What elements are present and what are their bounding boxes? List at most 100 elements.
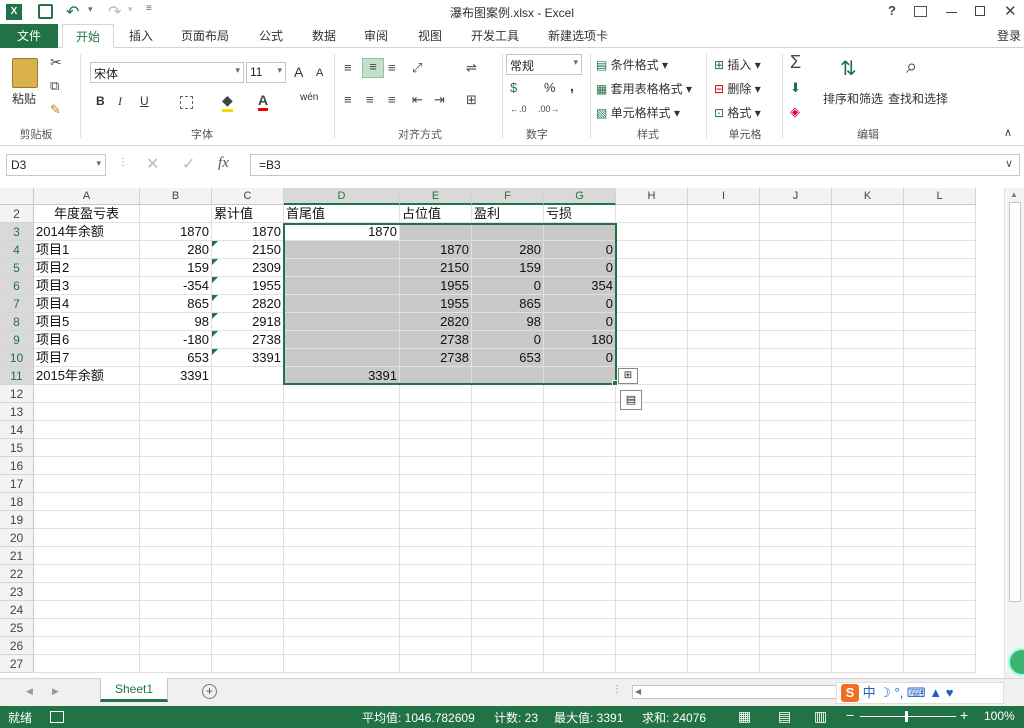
row-header-15[interactable]: 15 [0,439,34,457]
column-header-a[interactable]: A [34,188,140,205]
cell-a21[interactable] [34,547,140,565]
orientation-icon[interactable]: ⤢ [412,60,422,76]
row-header-18[interactable]: 18 [0,493,34,511]
next-sheet-icon[interactable]: ▶ [52,686,59,697]
row-header-12[interactable]: 12 [0,385,34,403]
cell-e17[interactable] [400,475,472,493]
tab-formulas[interactable]: 公式 [248,24,294,48]
cell-c3[interactable]: 1870 [212,223,284,241]
error-indicator-icon[interactable] [212,313,218,319]
cell-d3[interactable]: 1870 [284,223,400,241]
cell-f13[interactable] [472,403,544,421]
cell-a20[interactable] [34,529,140,547]
paste-button[interactable]: 粘贴 [12,90,36,107]
align-right-icon[interactable]: ≡ [388,92,396,107]
cell-f14[interactable] [472,421,544,439]
cell-e23[interactable] [400,583,472,601]
cell-l7[interactable] [904,295,976,313]
cell-j25[interactable] [760,619,832,637]
login-link[interactable]: 登录 [994,24,1024,48]
quick-analysis-icon[interactable]: ⊞ [618,368,638,384]
cell-j3[interactable] [760,223,832,241]
cell-h23[interactable] [616,583,688,601]
cell-i23[interactable] [688,583,760,601]
cell-d14[interactable] [284,421,400,439]
cell-h24[interactable] [616,601,688,619]
cell-a8[interactable]: 项目5 [34,313,140,331]
cell-f18[interactable] [472,493,544,511]
cell-d23[interactable] [284,583,400,601]
cell-a26[interactable] [34,637,140,655]
row-header-27[interactable]: 27 [0,655,34,673]
row-header-9[interactable]: 9 [0,331,34,349]
cell-b18[interactable] [140,493,212,511]
restore-icon[interactable] [975,6,985,16]
cell-j22[interactable] [760,565,832,583]
grow-font-button[interactable]: A [294,64,303,80]
cell-g15[interactable] [544,439,616,457]
prev-sheet-icon[interactable]: ◀ [26,686,33,697]
select-all-corner[interactable] [0,188,34,205]
cell-j13[interactable] [760,403,832,421]
sort-filter-button[interactable]: 排序和筛选 [823,90,883,107]
cell-a3[interactable]: 2014年余额 [34,223,140,241]
row-header-7[interactable]: 7 [0,295,34,313]
cell-k12[interactable] [832,385,904,403]
tab-view[interactable]: 视图 [408,24,452,48]
cell-d25[interactable] [284,619,400,637]
find-select-icon[interactable]: ⌕ [906,56,917,79]
cell-j26[interactable] [760,637,832,655]
currency-icon[interactable]: $ [510,80,517,95]
cell-g14[interactable] [544,421,616,439]
cell-j9[interactable] [760,331,832,349]
zoom-slider-thumb[interactable] [905,711,908,722]
cell-d20[interactable] [284,529,400,547]
cell-a5[interactable]: 项目2 [34,259,140,277]
cell-g3[interactable] [544,223,616,241]
cell-e15[interactable] [400,439,472,457]
cell-b27[interactable] [140,655,212,673]
decrease-indent-icon[interactable]: ⇤ [412,92,423,108]
sort-filter-icon[interactable]: ⇅ [840,56,857,81]
cell-b2[interactable] [140,205,212,223]
font-name-box[interactable]: 宋体 ▾ [90,62,244,83]
cell-b17[interactable] [140,475,212,493]
phonetic-button[interactable]: wén [300,92,318,103]
cell-l16[interactable] [904,457,976,475]
column-header-h[interactable]: H [616,188,688,205]
row-header-16[interactable]: 16 [0,457,34,475]
cell-c6[interactable]: 1955 [212,277,284,295]
row-header-5[interactable]: 5 [0,259,34,277]
format-painter-icon[interactable]: ✎ [50,102,61,118]
insert-cells-button[interactable]: ⊞ 插入 ▾ [714,56,761,73]
cell-k3[interactable] [832,223,904,241]
format-cells-button[interactable]: ⊡ 格式 ▾ [714,104,761,121]
cell-i6[interactable] [688,277,760,295]
cut-icon[interactable]: ✂ [50,54,62,71]
cell-i18[interactable] [688,493,760,511]
align-center-icon[interactable]: ≡ [366,92,374,107]
tab-home[interactable]: 开始 [62,24,114,48]
row-header-26[interactable]: 26 [0,637,34,655]
sheet-tab-sheet1[interactable]: Sheet1 [100,678,168,702]
column-header-d[interactable]: D [284,188,400,205]
cell-a18[interactable] [34,493,140,511]
cell-b20[interactable] [140,529,212,547]
number-format-dropdown-icon[interactable]: ▾ [573,57,578,68]
close-icon[interactable]: ✕ [1004,2,1017,20]
cell-c19[interactable] [212,511,284,529]
cell-c26[interactable] [212,637,284,655]
cell-h8[interactable] [616,313,688,331]
cell-b12[interactable] [140,385,212,403]
cell-d22[interactable] [284,565,400,583]
cell-j7[interactable] [760,295,832,313]
cell-c27[interactable] [212,655,284,673]
cell-h15[interactable] [616,439,688,457]
cell-j14[interactable] [760,421,832,439]
italic-button[interactable]: I [118,94,122,109]
cell-c14[interactable] [212,421,284,439]
row-header-17[interactable]: 17 [0,475,34,493]
name-box[interactable]: D3 ▾ [6,154,106,176]
cell-d11[interactable]: 3391 [284,367,400,385]
cell-j6[interactable] [760,277,832,295]
